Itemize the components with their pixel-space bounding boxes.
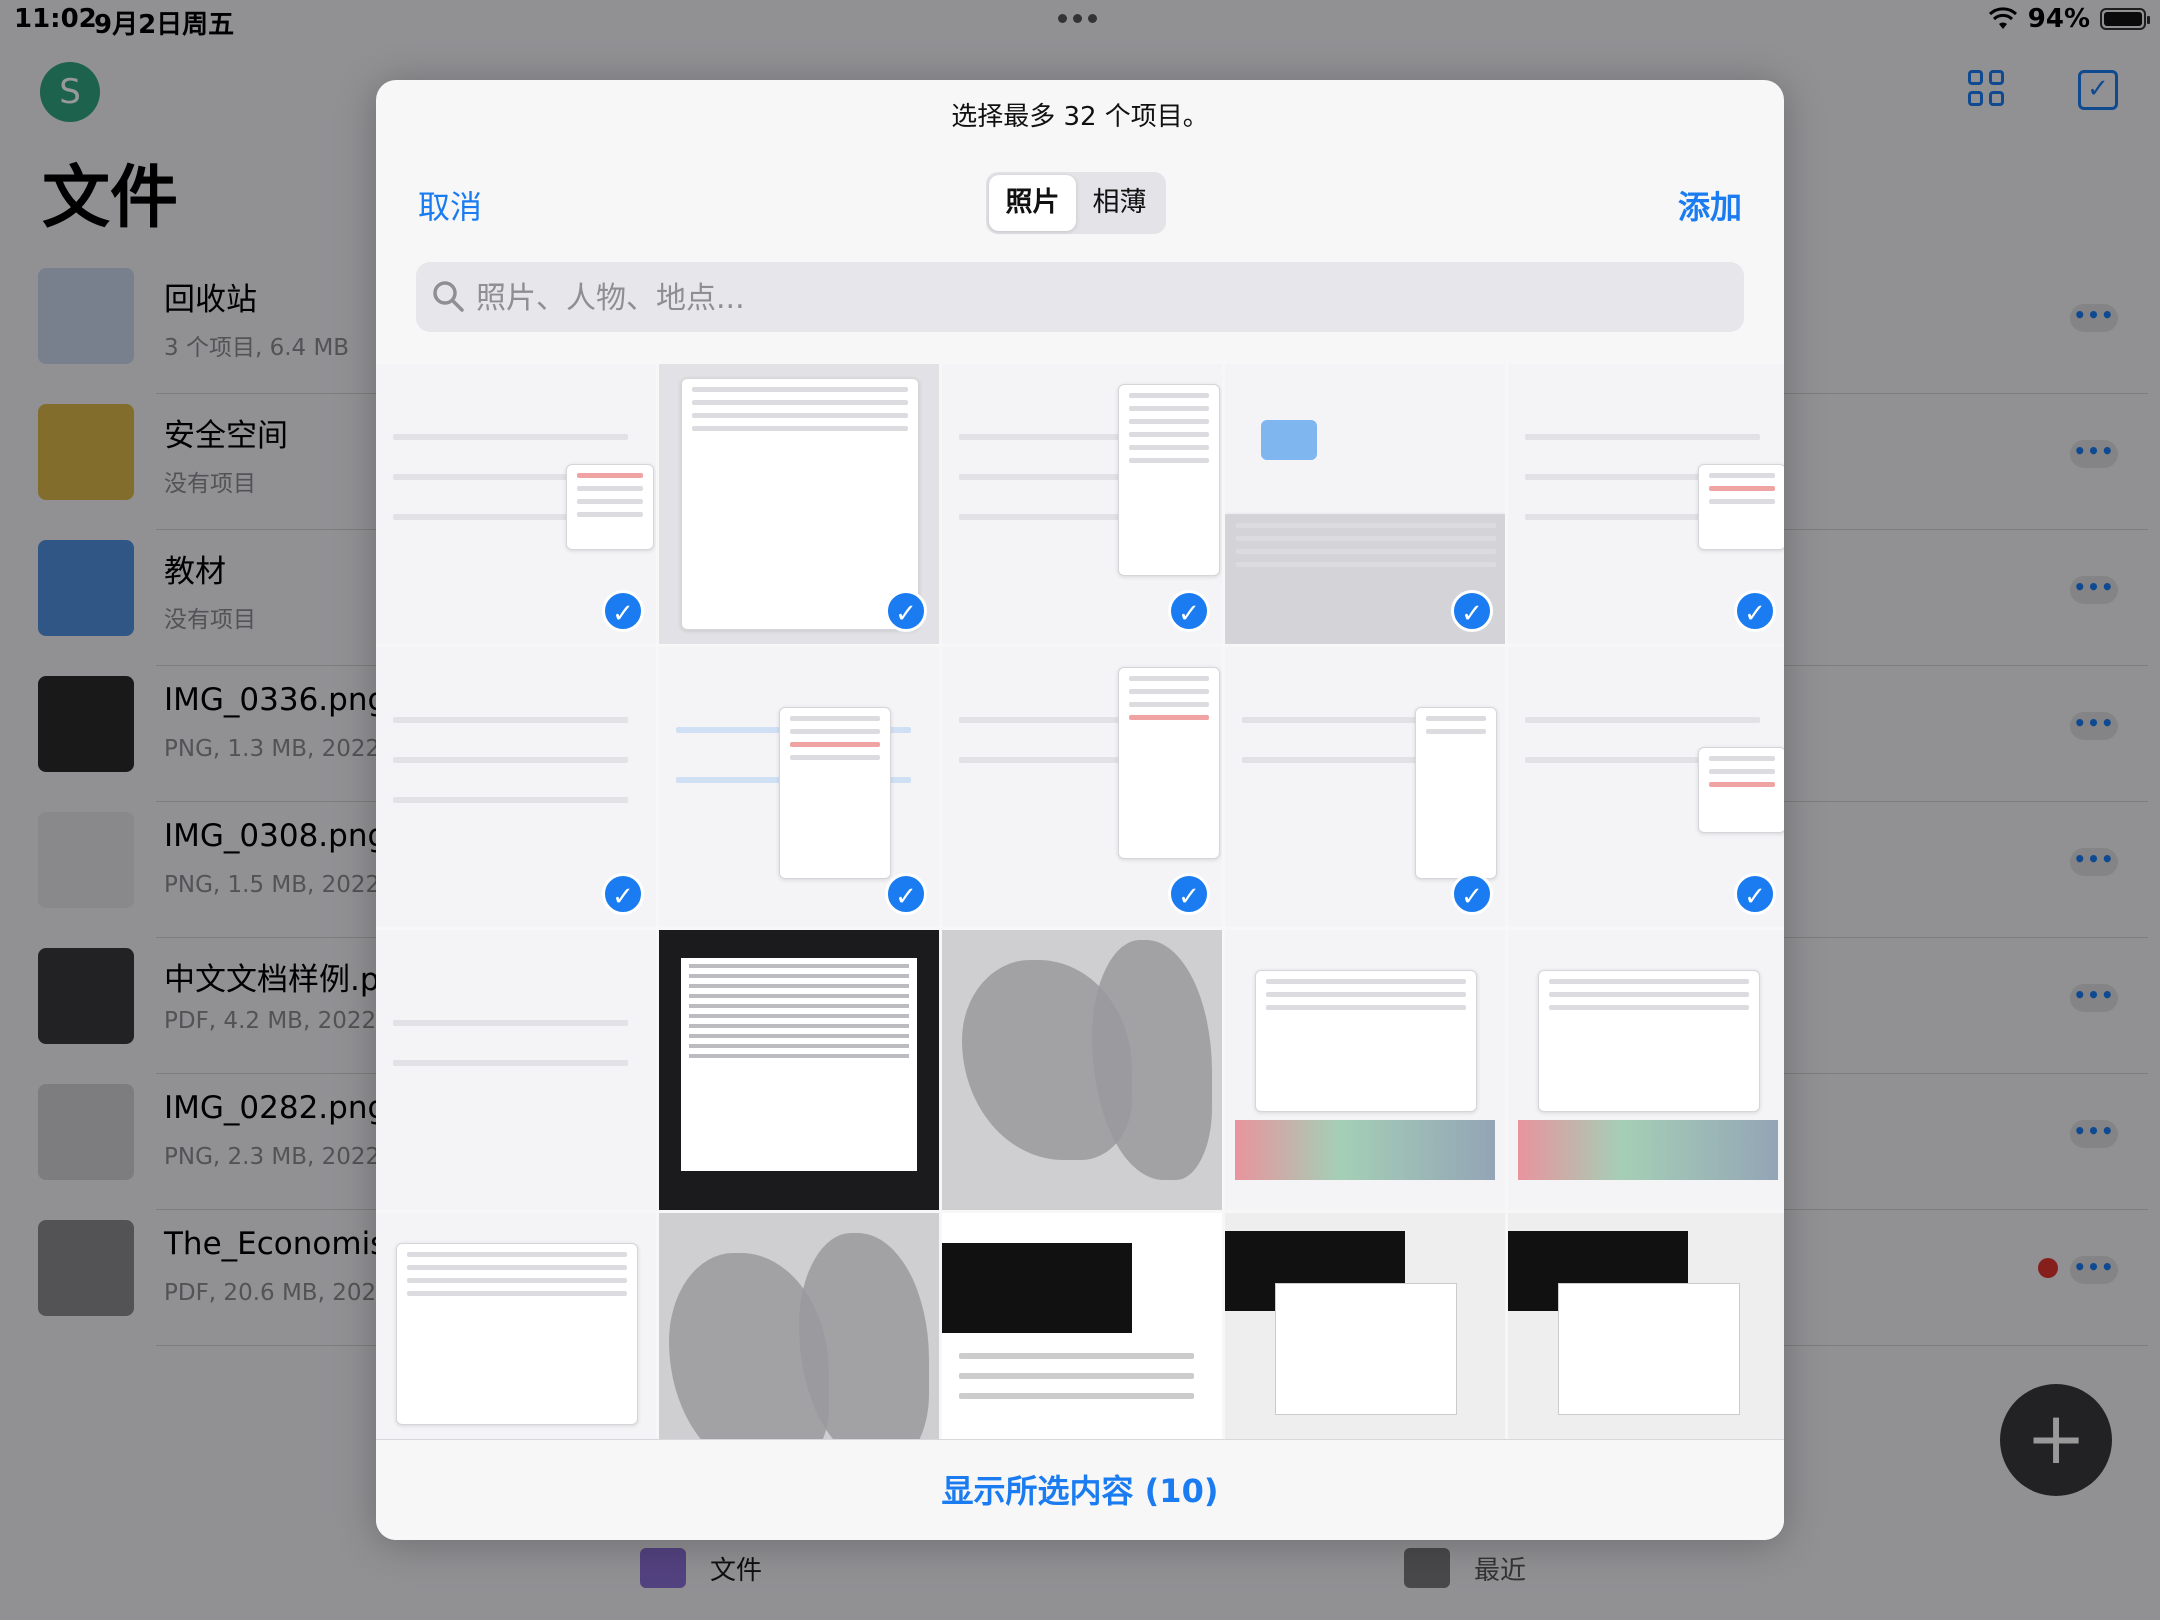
- segment-albums[interactable]: 相薄: [1076, 175, 1163, 231]
- photo-thumbnail[interactable]: ✓: [942, 647, 1222, 927]
- photo-thumbnail[interactable]: ✓: [1508, 647, 1784, 927]
- checkmark-icon: ✓: [1168, 590, 1210, 632]
- photo-thumbnail[interactable]: [1508, 930, 1784, 1210]
- photo-thumbnail[interactable]: [1225, 930, 1505, 1210]
- checkmark-icon: ✓: [1734, 873, 1776, 915]
- search-input[interactable]: [474, 262, 1718, 334]
- photo-grid: ✓ ✓ ✓ ✓ ✓ ✓ ✓ ✓ ✓ ✓: [376, 364, 1784, 1522]
- photo-thumbnail[interactable]: [376, 930, 656, 1210]
- photo-thumbnail[interactable]: ✓: [1225, 647, 1505, 927]
- photo-thumbnail[interactable]: ✓: [1508, 364, 1784, 644]
- picker-footer: 显示所选内容 (10): [376, 1439, 1784, 1540]
- checkmark-icon: ✓: [1734, 590, 1776, 632]
- source-segmented-control: 照片 相薄: [986, 172, 1166, 234]
- photo-thumbnail[interactable]: [942, 930, 1222, 1210]
- photo-thumbnail[interactable]: ✓: [659, 364, 939, 644]
- photo-thumbnail[interactable]: [659, 930, 939, 1210]
- checkmark-icon: ✓: [885, 873, 927, 915]
- checkmark-icon: ✓: [602, 590, 644, 632]
- checkmark-icon: ✓: [602, 873, 644, 915]
- segment-photos[interactable]: 照片: [989, 175, 1076, 231]
- photo-thumbnail[interactable]: ✓: [376, 647, 656, 927]
- photo-picker-modal: 选择最多 32 个项目。 取消 添加 照片 相薄 ✓ ✓ ✓: [376, 80, 1784, 1540]
- photo-thumbnail[interactable]: ✓: [1225, 364, 1505, 644]
- checkmark-icon: ✓: [1451, 590, 1493, 632]
- show-selected-button[interactable]: 显示所选内容 (10): [376, 1466, 1784, 1512]
- add-button[interactable]: 添加: [1678, 182, 1742, 228]
- search-icon: [433, 281, 464, 312]
- cancel-button[interactable]: 取消: [418, 182, 482, 228]
- picker-prompt: 选择最多 32 个项目。: [951, 102, 1209, 132]
- checkmark-icon: ✓: [1451, 873, 1493, 915]
- photo-thumbnail[interactable]: ✓: [376, 364, 656, 644]
- checkmark-icon: ✓: [1168, 873, 1210, 915]
- photo-thumbnail[interactable]: ✓: [659, 647, 939, 927]
- search-bar: [416, 262, 1744, 334]
- photo-thumbnail[interactable]: ✓: [942, 364, 1222, 644]
- checkmark-icon: ✓: [885, 590, 927, 632]
